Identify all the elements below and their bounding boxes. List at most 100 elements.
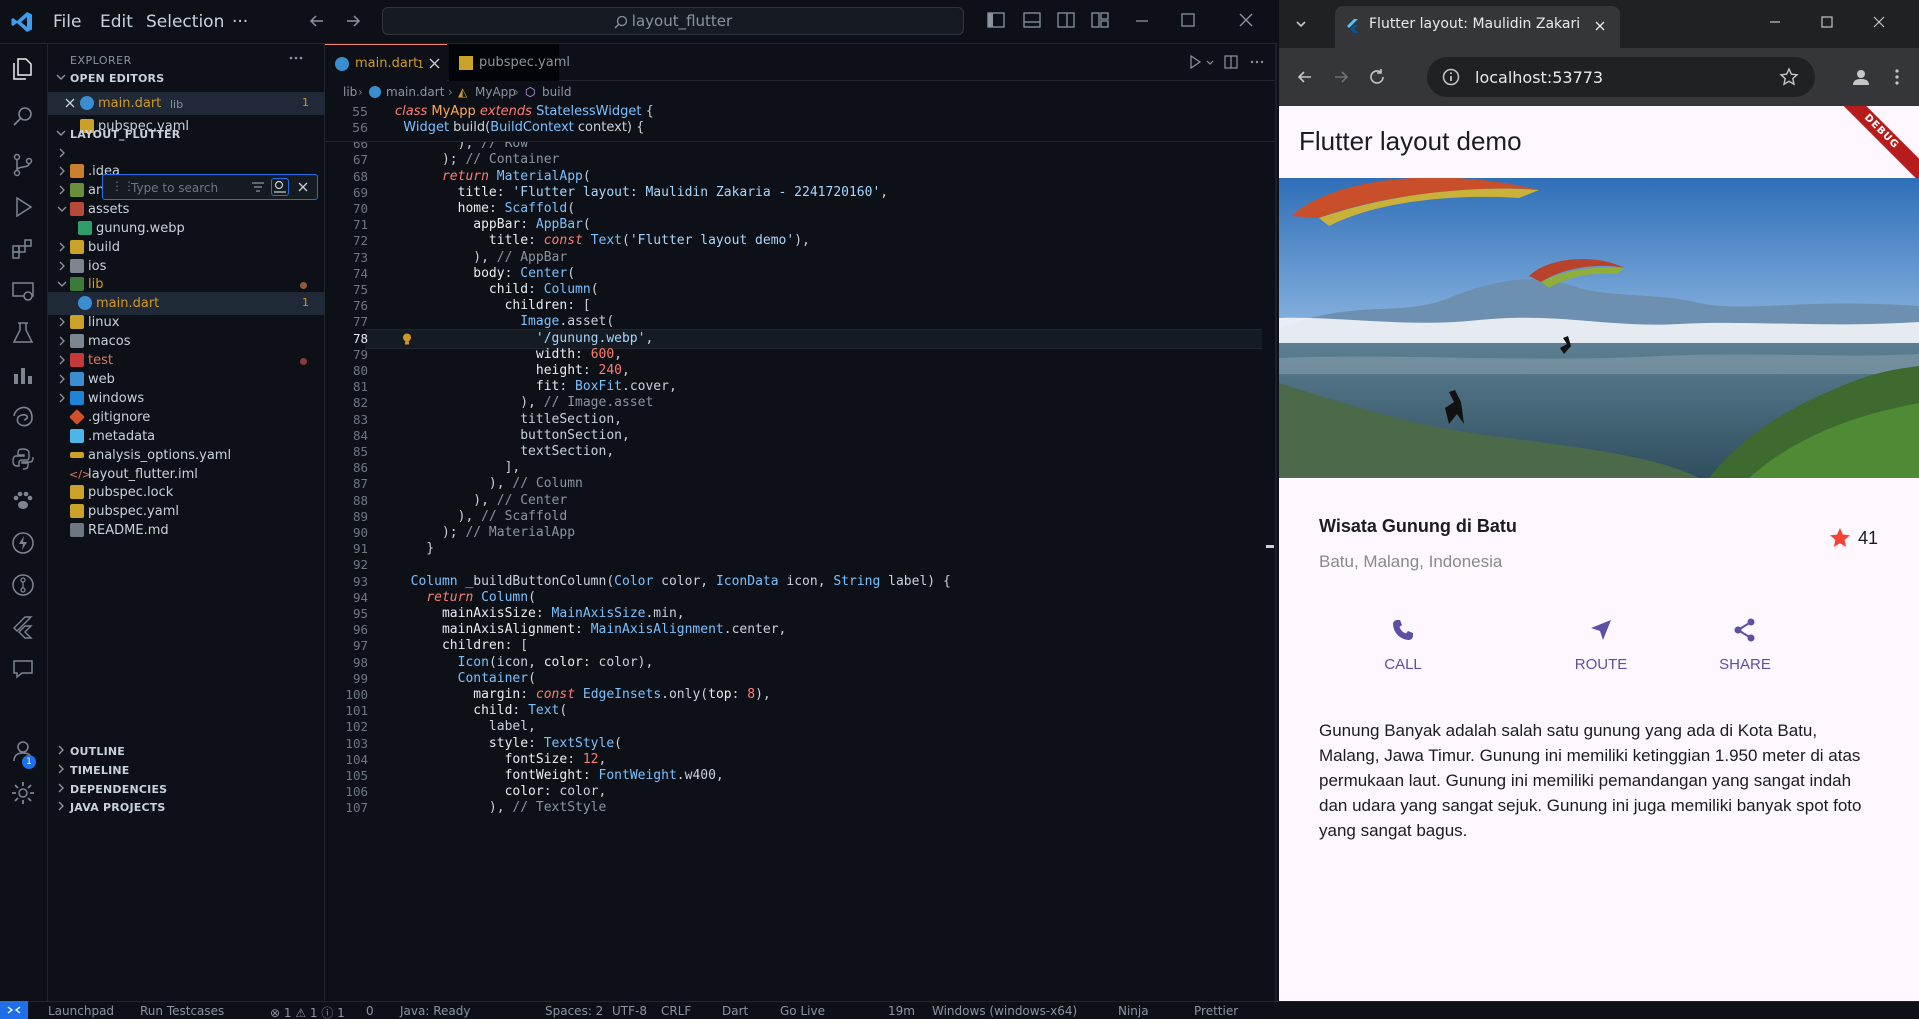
tree-search-box[interactable]: ⋮⋮ Type to search xyxy=(102,174,318,200)
breadcrumb-item[interactable]: main.dart xyxy=(386,85,444,99)
code-editor[interactable]: 65 ],66 ), // Row67 ); // Container68 re… xyxy=(325,102,1275,1001)
fuzzy-match-icon[interactable] xyxy=(271,178,289,196)
menu-edit[interactable]: Edit xyxy=(100,12,133,32)
chevron-down-icon[interactable] xyxy=(1205,58,1215,68)
java-projects-section[interactable]: JAVA PROJECTS xyxy=(48,797,325,819)
gitlens-icon[interactable] xyxy=(10,572,38,600)
lightning-icon[interactable] xyxy=(10,530,38,558)
filter-icon[interactable] xyxy=(251,180,265,194)
status-problems[interactable]: ⊗ 1 ⚠ 1 ⓘ 1 xyxy=(270,1004,345,1019)
source-control-icon[interactable] xyxy=(10,152,38,180)
remote-explorer-icon[interactable] xyxy=(10,278,38,306)
code-line: child: Column( xyxy=(488,282,599,297)
line-number: 87 xyxy=(352,476,368,492)
route-button[interactable]: ROUTE xyxy=(1541,616,1661,676)
status-spaces[interactable]: Spaces: 2 xyxy=(545,1004,603,1018)
back-arrow-icon[interactable] xyxy=(1295,67,1315,87)
status-ports[interactable]: 0 xyxy=(366,1004,374,1018)
maximize-icon[interactable] xyxy=(1178,10,1202,32)
search-view-icon[interactable] xyxy=(10,104,38,132)
flutter-icon[interactable] xyxy=(10,614,38,642)
status-java[interactable]: Java: Ready xyxy=(400,1004,470,1018)
minimize-icon[interactable] xyxy=(1132,10,1156,32)
testing-icon[interactable] xyxy=(10,320,38,348)
dart-file-icon xyxy=(369,86,381,98)
share-button[interactable]: SHARE xyxy=(1685,616,1805,676)
scrollbar-marker[interactable] xyxy=(1266,545,1274,548)
code-line: ), // Column xyxy=(395,476,583,492)
python-icon[interactable] xyxy=(10,446,38,474)
maximize-icon[interactable] xyxy=(1817,12,1837,32)
back-arrow-icon[interactable] xyxy=(308,12,326,30)
more-actions-icon[interactable] xyxy=(1249,54,1265,70)
breadcrumb-item[interactable]: lib xyxy=(343,85,357,99)
close-window-icon[interactable] xyxy=(1236,10,1260,32)
line-number: 104 xyxy=(345,751,368,767)
toggle-panel-icon[interactable] xyxy=(1022,10,1046,32)
explorer-icon[interactable] xyxy=(10,56,38,84)
status-time[interactable]: 19m xyxy=(888,1004,915,1018)
class-icon: ◭ xyxy=(458,85,468,99)
tree-item-readme[interactable]: README.md xyxy=(48,519,325,542)
status-language[interactable]: Dart xyxy=(722,1004,748,1018)
status-launchpad[interactable]: Launchpad xyxy=(48,1004,114,1018)
profile-icon[interactable] xyxy=(1851,67,1871,87)
status-ninja[interactable]: Ninja xyxy=(1118,1004,1149,1018)
bookmark-star-icon[interactable] xyxy=(1779,67,1799,87)
reload-icon[interactable] xyxy=(1367,67,1387,87)
tab-search-icon[interactable] xyxy=(1291,14,1311,34)
analytics-icon[interactable] xyxy=(10,362,38,390)
browser-tab[interactable]: Flutter layout: Maulidin Zakaria xyxy=(1335,6,1620,48)
menu-file[interactable]: File xyxy=(53,12,81,32)
status-device[interactable]: Windows (windows-x64) xyxy=(932,1004,1077,1018)
lock-file-icon xyxy=(70,485,84,499)
status-encoding[interactable]: UTF-8 xyxy=(612,1004,647,1018)
tree-search-placeholder: Type to search xyxy=(131,181,219,195)
remote-indicator-icon[interactable] xyxy=(0,1001,28,1019)
edge-devtools-icon[interactable] xyxy=(10,404,38,432)
close-editor-icon[interactable] xyxy=(64,97,76,109)
extensions-icon[interactable] xyxy=(10,236,38,264)
comments-icon[interactable] xyxy=(10,656,38,684)
command-center[interactable]: layout_flutter xyxy=(382,7,964,35)
chevron-down-icon xyxy=(56,203,68,215)
lightbulb-icon[interactable] xyxy=(400,332,414,346)
status-prettier[interactable]: Prettier xyxy=(1194,1004,1238,1018)
tab-pubspec-yaml[interactable]: pubspec.yaml xyxy=(449,44,570,81)
yaml-file-icon xyxy=(70,504,84,518)
customize-layout-icon[interactable] xyxy=(1090,10,1114,32)
status-run-testcases[interactable]: Run Testcases xyxy=(140,1004,224,1018)
forward-arrow-icon[interactable] xyxy=(344,12,362,30)
address-bar[interactable]: localhost:53773 xyxy=(1427,57,1815,97)
run-icon[interactable] xyxy=(1187,54,1203,70)
close-window-icon[interactable] xyxy=(1869,12,1889,32)
status-go-live[interactable]: Go Live xyxy=(780,1004,825,1018)
manage-gear-icon[interactable] xyxy=(10,780,38,808)
chevron-right-icon xyxy=(56,241,68,253)
close-search-icon[interactable] xyxy=(297,181,309,193)
site-info-icon[interactable] xyxy=(1441,67,1461,87)
chevron-right-icon xyxy=(56,373,68,385)
paw-icon[interactable] xyxy=(10,488,38,516)
browser-menu-icon[interactable] xyxy=(1887,67,1907,87)
close-tab-icon[interactable] xyxy=(429,58,440,69)
forward-arrow-icon[interactable] xyxy=(1331,67,1351,87)
breadcrumb-item[interactable]: MyApp xyxy=(475,85,516,99)
more-actions-icon[interactable] xyxy=(288,50,304,66)
flutter-file-icon xyxy=(70,429,84,443)
open-editor-main-dart[interactable]: main.dart lib 1 xyxy=(48,92,325,115)
toggle-sidebar-icon[interactable] xyxy=(986,10,1010,32)
open-editors-section[interactable]: OPEN EDITORS xyxy=(48,68,325,90)
run-debug-icon[interactable] xyxy=(10,194,38,222)
breadcrumb-item[interactable]: build xyxy=(542,85,572,99)
close-tab-icon[interactable] xyxy=(1593,19,1607,33)
status-eol[interactable]: CRLF xyxy=(661,1004,691,1018)
tab-main-dart[interactable]: main.dart 1 xyxy=(325,44,447,81)
line-number: 81 xyxy=(352,379,368,395)
menu-selection[interactable]: Selection xyxy=(146,12,224,32)
toggle-secondary-sidebar-icon[interactable] xyxy=(1056,10,1080,32)
call-button[interactable]: CALL xyxy=(1343,616,1463,676)
split-editor-icon[interactable] xyxy=(1223,54,1239,70)
menu-more[interactable]: ··· xyxy=(232,12,248,32)
minimize-icon[interactable] xyxy=(1765,12,1785,32)
